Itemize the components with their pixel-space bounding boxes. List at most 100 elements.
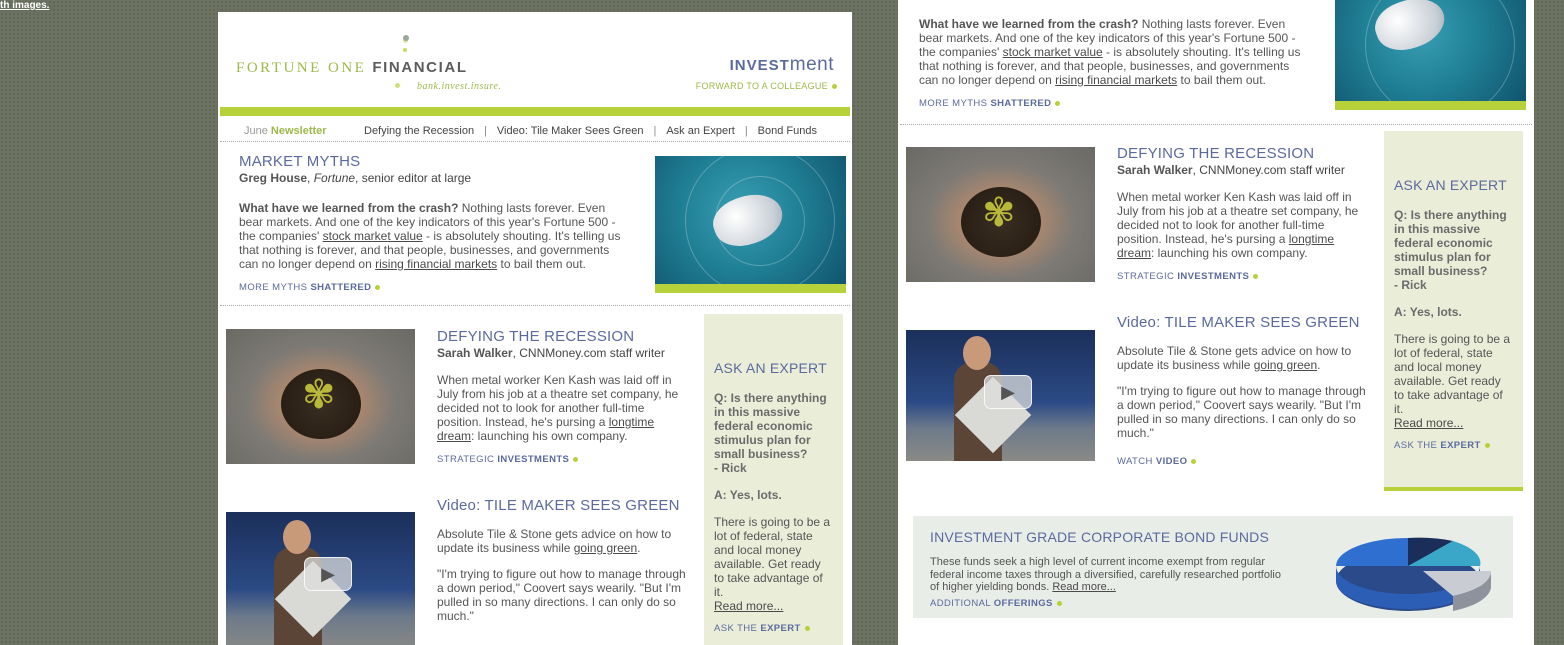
- strategic-investments-link[interactable]: STRATEGIC INVESTMENTS: [437, 454, 689, 465]
- more-pre: STRATEGIC: [1117, 271, 1175, 282]
- bond-funds-title[interactable]: INVESTMENT GRADE CORPORATE BOND FUNDS: [930, 529, 1269, 545]
- rising-markets-link[interactable]: rising financial markets: [1055, 73, 1177, 87]
- nav-link-ask-expert[interactable]: Ask an Expert: [666, 125, 734, 137]
- image-green-strip: [655, 284, 846, 293]
- more-bold: INVESTMENTS: [1177, 271, 1250, 282]
- plant-icon: ✾: [302, 373, 336, 417]
- strategic-investments-link[interactable]: STRATEGIC INVESTMENTS: [1117, 271, 1369, 282]
- stock-market-value-link[interactable]: stock market value: [323, 229, 423, 243]
- logo-dot-icon: [395, 83, 400, 88]
- more-bold: SHATTERED: [310, 282, 372, 293]
- divider: [900, 124, 1532, 125]
- body-text: to bail them out.: [497, 257, 586, 271]
- read-more-label: Read more...: [714, 599, 784, 613]
- body-text: : launching his own company.: [1151, 246, 1308, 260]
- pie-chart-icon: [1336, 537, 1492, 611]
- video-title[interactable]: Video: TILE MAKER SEES GREEN: [1117, 314, 1372, 331]
- market-myths-body: What have we learned from the crash? Not…: [919, 17, 1309, 87]
- nav-link-defying[interactable]: Defying the Recession: [364, 125, 474, 137]
- video-article: Video: TILE MAKER SEES GREEN Absolute Ti…: [437, 497, 692, 623]
- more-bold: VIDEO: [1155, 456, 1188, 467]
- newsletter-header: FORTUNE ONE FINANCIAL bank.invest.insure.…: [218, 12, 852, 107]
- video-quote: "I'm trying to figure out how to manage …: [1117, 384, 1366, 440]
- author-role: , senior editor at large: [355, 171, 472, 185]
- body-text: .: [1317, 358, 1321, 372]
- more-bold: EXPERT: [760, 623, 801, 634]
- tile-maker-video-thumbnail[interactable]: ▶: [226, 512, 415, 645]
- more-pre: ADDITIONAL: [930, 598, 991, 609]
- nav-separator: |: [744, 124, 748, 137]
- ask-expert-title[interactable]: ASK AN EXPERT: [714, 360, 833, 376]
- ask-the-expert-link[interactable]: ASK THE EXPERT: [714, 623, 833, 634]
- market-myths-title[interactable]: MARKET MYTHS: [239, 153, 629, 170]
- image-green-strip: [1335, 101, 1526, 110]
- publication-name: Fortune: [313, 171, 356, 185]
- bond-read-more-link[interactable]: Read more...: [1052, 581, 1116, 593]
- ask-the-expert-link[interactable]: ASK THE EXPERT: [1394, 440, 1513, 451]
- body-text: to bail them out.: [1177, 73, 1266, 87]
- rising-markets-link[interactable]: rising financial markets: [375, 257, 497, 271]
- defying-title[interactable]: DEFYING THE RECESSION: [1117, 145, 1369, 162]
- author-role: , CNNMoney.com staff writer: [1192, 163, 1345, 177]
- defying-article: DEFYING THE RECESSION Sarah Walker, CNNM…: [437, 328, 689, 465]
- view-images-link[interactable]: th images.: [0, 0, 49, 11]
- video-title[interactable]: Video: TILE MAKER SEES GREEN: [437, 497, 692, 514]
- forward-label: FORWARD TO A COLLEAGUE: [695, 81, 828, 91]
- bullet-dot-icon: [804, 625, 810, 631]
- stock-market-value-link[interactable]: stock market value: [1003, 45, 1103, 59]
- defying-byline: Sarah Walker, CNNMoney.com staff writer: [1117, 163, 1369, 177]
- play-icon[interactable]: ▶: [304, 557, 352, 591]
- market-myths-body: What have we learned from the crash? Not…: [239, 201, 629, 271]
- lead-question: What have we learned from the crash?: [919, 17, 1139, 31]
- expert-read-more-link[interactable]: Read more...: [1394, 416, 1513, 430]
- author-name: Sarah Walker: [1117, 163, 1193, 177]
- tile-maker-video-thumbnail[interactable]: ▶: [906, 330, 1095, 461]
- divider: [220, 305, 850, 306]
- expert-answer-text: There is going to be a lot of federal, s…: [714, 515, 831, 599]
- ask-expert-title[interactable]: ASK AN EXPERT: [1394, 177, 1513, 193]
- bullet-dot-icon: [1191, 458, 1197, 464]
- expert-asker: - Rick: [714, 461, 747, 475]
- brand-name-part1: FORTUNE ONE: [236, 60, 367, 76]
- brand-tagline: bank.invest.insure.: [417, 81, 502, 92]
- play-icon[interactable]: ▶: [984, 375, 1032, 409]
- more-pre: WATCH: [1117, 456, 1153, 467]
- market-myths-article: MARKET MYTHS Greg House, Fortune, senior…: [239, 153, 629, 293]
- man-head: [963, 336, 991, 370]
- expert-question: Q: Is there anything in this massive fed…: [1394, 208, 1507, 278]
- more-bold: SHATTERED: [990, 98, 1052, 109]
- expert-answer: A: Yes, lots.: [714, 488, 782, 502]
- bullet-dot-icon: [375, 284, 381, 290]
- newsletter-left: FORTUNE ONE FINANCIAL bank.invest.insure.…: [218, 12, 852, 645]
- issue-word: Newsletter: [270, 124, 327, 137]
- more-pre: MORE MYTHS: [239, 282, 308, 293]
- expert-read-more-link[interactable]: Read more...: [714, 599, 833, 613]
- defying-body: When metal worker Ken Kash was laid off …: [1117, 190, 1369, 260]
- bullet-dot-icon: [1056, 600, 1062, 606]
- more-myths-link[interactable]: MORE MYTHS SHATTERED: [239, 282, 629, 293]
- nav-link-video[interactable]: Video: Tile Maker Sees Green: [497, 125, 644, 137]
- going-green-link[interactable]: going green: [1254, 358, 1317, 372]
- additional-offerings-link[interactable]: ADDITIONAL OFFERINGS: [930, 598, 1062, 609]
- hands-plant-image[interactable]: ✾: [906, 147, 1095, 282]
- more-bold: EXPERT: [1440, 440, 1481, 451]
- more-pre: ASK THE: [714, 623, 758, 634]
- hands-plant-image[interactable]: ✾: [226, 329, 415, 464]
- logo-dot-icon: [403, 35, 409, 41]
- bullet-dot-icon: [573, 456, 579, 462]
- more-myths-link[interactable]: MORE MYTHS SHATTERED: [919, 98, 1309, 109]
- brand-logo[interactable]: FORTUNE ONE FINANCIAL: [236, 59, 468, 77]
- expert-question: Q: Is there anything in this massive fed…: [714, 391, 827, 461]
- nav-link-bond-funds[interactable]: Bond Funds: [758, 125, 817, 137]
- forward-to-colleague-link[interactable]: FORWARD TO A COLLEAGUE: [696, 81, 837, 91]
- header-green-bar: [220, 107, 850, 116]
- watch-video-link[interactable]: WATCH VIDEO: [1117, 456, 1372, 467]
- piggy-bank-image[interactable]: [655, 156, 846, 293]
- expert-answer: A: Yes, lots.: [1394, 305, 1462, 319]
- author-role: , CNNMoney.com staff writer: [512, 346, 665, 360]
- defying-title[interactable]: DEFYING THE RECESSION: [437, 328, 689, 345]
- going-green-link[interactable]: going green: [574, 541, 637, 555]
- piggy-bank-image[interactable]: [1335, 0, 1526, 110]
- bullet-dot-icon: [832, 84, 837, 90]
- section-title-bold: INVEST: [729, 57, 790, 74]
